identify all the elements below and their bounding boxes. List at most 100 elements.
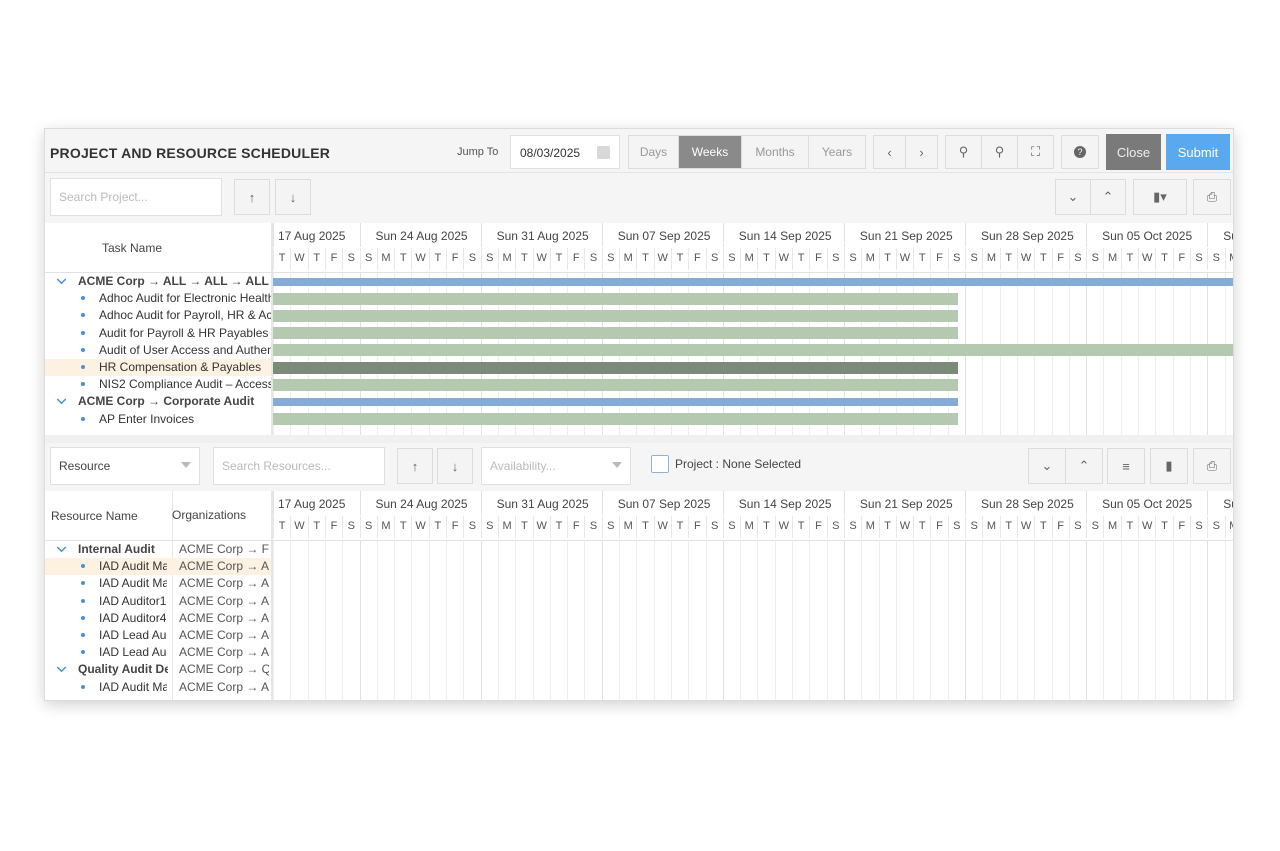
print-button[interactable]: ⎙	[1193, 179, 1231, 215]
day-letter: S	[826, 248, 844, 270]
task-row[interactable]: AP Enter Invoices	[45, 411, 271, 428]
day-letter: S	[1068, 516, 1086, 538]
day-letter: W	[895, 516, 913, 538]
resource-row[interactable]: IAD Lead Auditor ACME Corp → All	[45, 644, 271, 661]
task-label: Audit of User Access and Authentication	[99, 342, 271, 357]
scheduler-window: PROJECT AND RESOURCE SCHEDULER Jump To 0…	[44, 128, 1234, 701]
resource-group-row[interactable]: Quality Audit Dept ACME Corp → Quality	[45, 661, 271, 678]
day-letter: T	[792, 248, 809, 270]
task-bar[interactable]	[273, 413, 958, 426]
task-bar[interactable]	[273, 310, 958, 322]
day-letter: T	[792, 516, 809, 538]
view-weeks-button[interactable]: Weeks	[679, 136, 742, 168]
resource-row[interactable]: IAD Lead Auditor ACME Corp → All	[45, 627, 271, 644]
collapse-all-button[interactable]: ⌃	[1090, 179, 1126, 215]
summary-bar[interactable]	[273, 277, 1233, 286]
resource-row[interactable]: IAD Auditor4 ACME Corp → All	[45, 610, 271, 627]
view-years-button[interactable]: Years	[809, 136, 865, 168]
day-letter: S	[463, 248, 480, 270]
next-button[interactable]: ›	[905, 135, 938, 169]
bullet-icon	[81, 684, 85, 689]
resource-name: IAD Lead Auditor	[99, 628, 167, 642]
expand-all-button[interactable]: ⌄	[1055, 179, 1091, 215]
week-label: Sun 31 Aug 2025	[480, 223, 602, 247]
task-group-row[interactable]: ACME Corp → ALL → ALL → ALL	[45, 273, 271, 290]
resource-row[interactable]: IAD Audit Manager ACME Corp → All	[45, 575, 271, 592]
day-letter: M	[376, 248, 394, 270]
search-project-input[interactable]: Search Project...	[50, 178, 222, 216]
move-down-button[interactable]: ↓	[275, 179, 311, 215]
resource-collapse-all-button[interactable]: ⌃	[1065, 448, 1103, 484]
bullet-icon	[81, 382, 85, 387]
week-label: Sun 21 Sep 2025	[843, 491, 965, 515]
project-checkbox[interactable]	[651, 455, 669, 473]
day-letter: F	[809, 516, 826, 538]
day-letter: F	[324, 248, 342, 270]
double-chevron-up-icon: ⌃	[1102, 189, 1114, 204]
caret-down-icon	[612, 462, 622, 468]
zoom-out-button[interactable]: ⚲	[981, 135, 1018, 169]
view-months-button[interactable]: Months	[742, 136, 809, 168]
jump-date-input[interactable]: 08/03/2025	[510, 135, 620, 169]
move-up-button[interactable]: ↑	[234, 179, 270, 215]
task-row[interactable]: Adhoc Audit for Payroll, HR & Accounts	[45, 307, 271, 324]
task-bar[interactable]	[273, 327, 958, 340]
task-label: AP Enter Invoices	[99, 411, 195, 426]
day-letter: T	[636, 516, 653, 538]
zoom-in-button[interactable]: ⚲	[945, 135, 982, 169]
day-letter: T	[913, 516, 930, 538]
task-label: HR Compensation & Payables	[99, 360, 262, 374]
resource-move-down-button[interactable]: ↓	[437, 448, 473, 484]
calendar-icon[interactable]	[597, 146, 610, 159]
resource-row[interactable]: IAD Audit Manager ACME Corp → All	[45, 679, 271, 696]
help-button[interactable]: ?	[1061, 135, 1099, 169]
chevron-down-icon[interactable]	[56, 395, 67, 405]
task-group-row[interactable]: ACME Corp → Corporate Audit	[45, 393, 271, 410]
view-days-button[interactable]: Days	[629, 136, 679, 168]
week-label: Sun 31 Aug 2025	[480, 491, 602, 515]
resource-move-up-button[interactable]: ↑	[397, 448, 433, 484]
day-letter: T	[1120, 248, 1138, 270]
resource-expand-all-button[interactable]: ⌄	[1028, 448, 1066, 484]
document-icon: ▮	[1165, 458, 1173, 473]
task-row[interactable]: HR Compensation & Payables	[45, 359, 271, 376]
zoom-in-icon: ⚲	[958, 144, 969, 159]
summary-bar[interactable]	[273, 398, 958, 406]
search-resources-input[interactable]: Search Resources...	[213, 447, 385, 485]
week-label: Sun 07 Sep 2025	[601, 223, 723, 247]
export-menu-button[interactable]: ▮▾	[1133, 179, 1187, 215]
resource-name: IAD Lead Auditor	[99, 645, 167, 660]
task-row[interactable]: Audit for Payroll & HR Payables	[45, 325, 271, 342]
task-bar[interactable]	[273, 378, 958, 391]
project-gantt: TWTFSSMTWTFSSMTWTFSSMTWTFSSMTWTFSSMTWTFS…	[273, 223, 1233, 435]
close-button[interactable]: Close	[1106, 134, 1161, 170]
week-label: Sun 24 Aug 2025	[359, 223, 481, 247]
submit-button[interactable]: Submit	[1166, 134, 1230, 170]
export-button[interactable]: ▮	[1150, 448, 1188, 484]
task-bar-selected[interactable]	[273, 361, 958, 374]
resource-select[interactable]: Resource	[50, 447, 200, 485]
chevron-down-icon[interactable]	[56, 663, 67, 673]
day-letter: T	[878, 516, 896, 538]
task-row[interactable]: Adhoc Audit for Electronic Health Record…	[45, 290, 271, 307]
task-bar[interactable]	[273, 344, 1233, 357]
filter-settings-button[interactable]: ≡	[1107, 448, 1145, 484]
resource-group-row[interactable]: Internal Audit ACME Corp → Finance	[45, 541, 271, 558]
day-letter: S	[342, 516, 359, 538]
task-row[interactable]: NIS2 Compliance Audit – Access	[45, 376, 271, 393]
task-bar[interactable]	[273, 292, 958, 305]
task-row[interactable]: Audit of User Access and Authentication	[45, 342, 271, 359]
prev-button[interactable]: ‹	[873, 135, 906, 169]
resource-print-button[interactable]: ⎙	[1193, 448, 1231, 484]
week-label: Sun 28 Sep 2025	[965, 491, 1086, 515]
resource-row[interactable]: IAD Auditor1 ACME Corp → All	[45, 593, 271, 610]
chevron-down-icon[interactable]	[56, 542, 67, 553]
day-letter: S	[722, 248, 740, 270]
resource-row[interactable]: IAD Audit Manager ACME Corp → All	[45, 558, 271, 576]
availability-select[interactable]: Availability...	[481, 447, 631, 485]
resource-name: IAD Auditor1	[99, 593, 167, 608]
resource-organization: ACME Corp → Finance	[179, 542, 269, 556]
double-chevron-down-icon: ⌄	[1041, 458, 1053, 473]
chevron-down-icon[interactable]	[56, 274, 67, 285]
fullscreen-button[interactable]: ⛶	[1017, 135, 1054, 169]
